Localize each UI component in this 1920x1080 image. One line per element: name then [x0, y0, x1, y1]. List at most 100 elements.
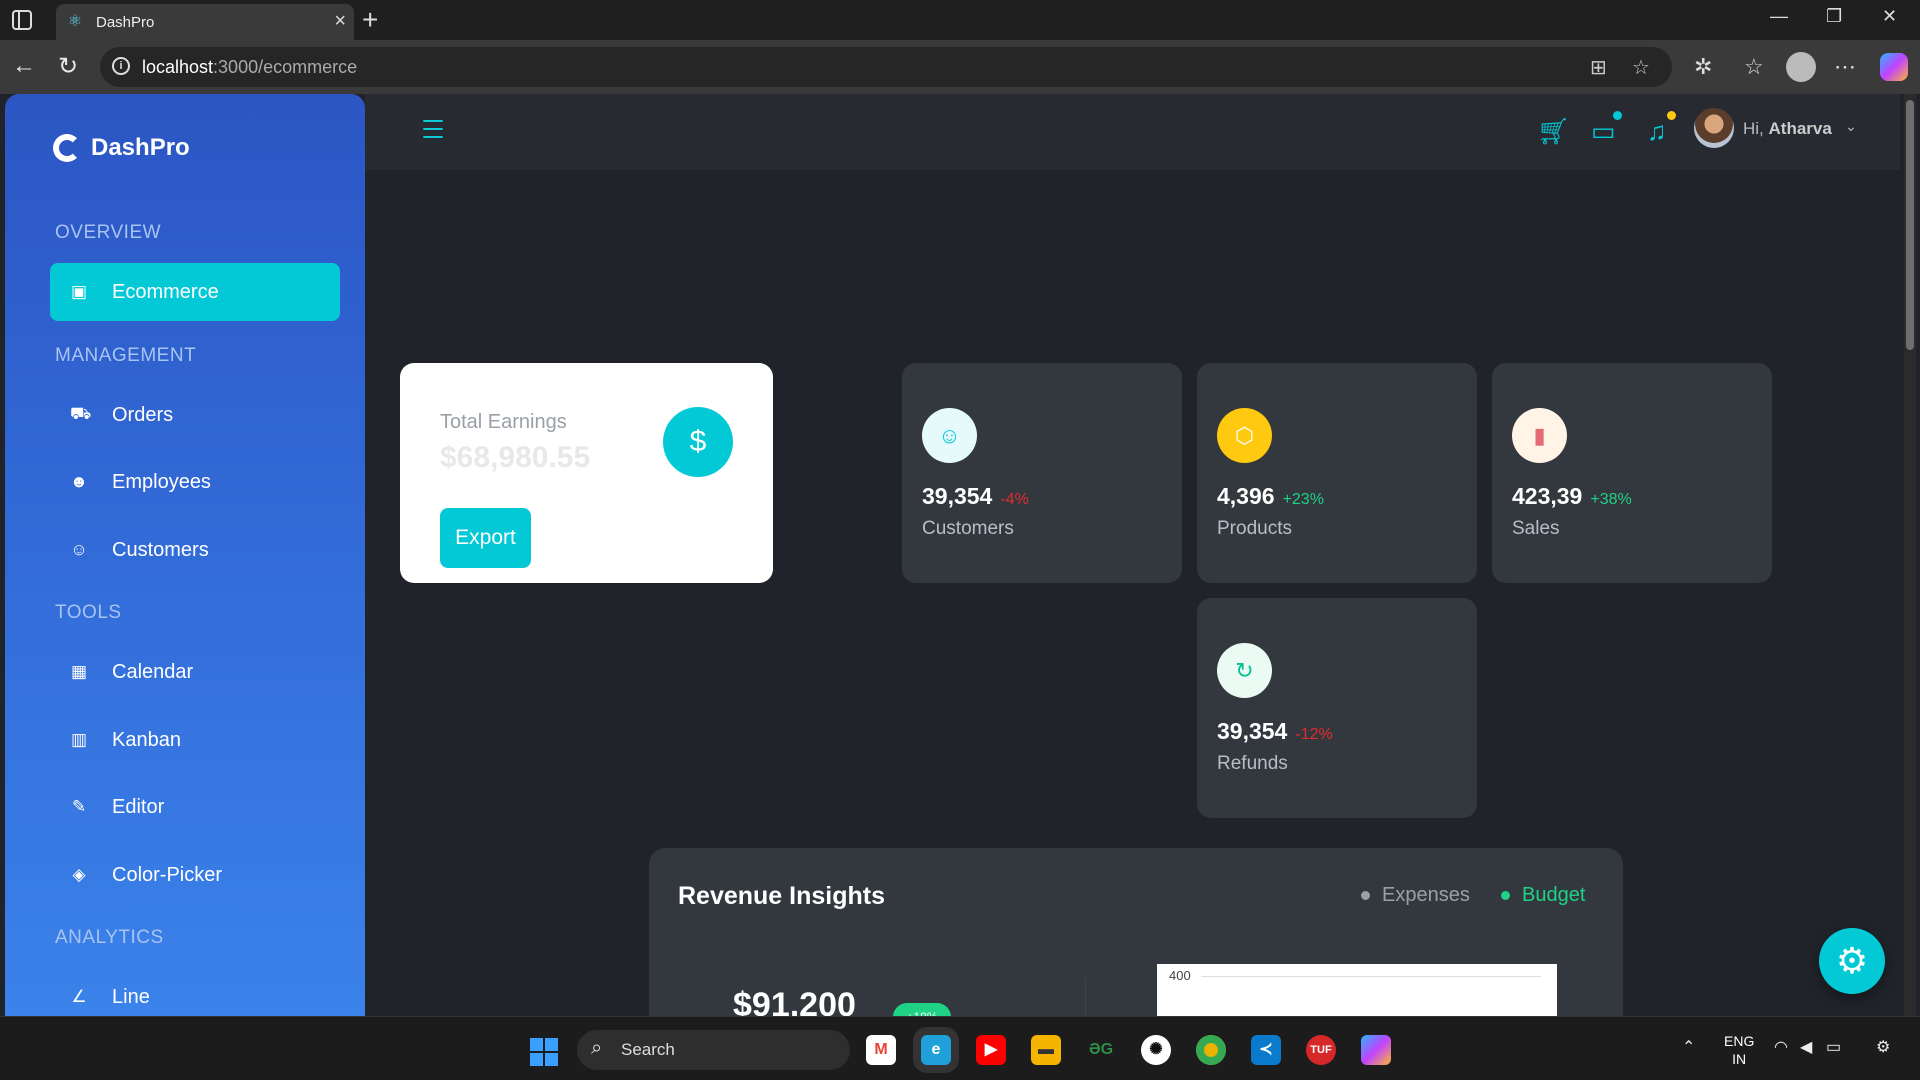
- stat-card-products: ⬡ 4,396 +23% Products: [1197, 363, 1477, 583]
- brand-name: DashPro: [91, 134, 190, 161]
- sidebar-item-color-picker[interactable]: ◈ Color-Picker: [50, 846, 340, 904]
- sidebar-item-label: Line: [112, 985, 150, 1008]
- refresh-icon: ↻: [1217, 643, 1272, 698]
- favorites-icon[interactable]: ☆: [1744, 54, 1764, 80]
- extensions-icon[interactable]: ✲: [1694, 54, 1712, 80]
- sidebar-item-kanban[interactable]: ▥ Kanban: [50, 711, 340, 769]
- revenue-title: Revenue Insights: [678, 882, 885, 910]
- volume-icon[interactable]: ◀︎: [1800, 1037, 1812, 1057]
- more-icon[interactable]: ⋯: [1834, 54, 1856, 80]
- legend-label: Budget: [1522, 884, 1586, 906]
- export-button[interactable]: Export: [440, 508, 531, 568]
- customers-icon: ☺: [70, 540, 88, 559]
- vscode-icon[interactable]: ≺: [1251, 1035, 1281, 1065]
- stat-value: 39,354 -12%: [1217, 718, 1333, 744]
- search-icon: ⌕: [591, 1037, 603, 1059]
- chevron-up-icon[interactable]: ⌃: [1682, 1037, 1695, 1057]
- taskbar-search[interactable]: ⌕ Search: [577, 1030, 850, 1070]
- battery-icon[interactable]: ▭: [1826, 1037, 1841, 1057]
- section-overview: OVERVIEW: [55, 222, 162, 243]
- paint-bucket-icon: ◈: [72, 865, 86, 884]
- edge-icon[interactable]: e: [921, 1035, 951, 1065]
- sidebar-item-orders[interactable]: ⛟ Orders: [50, 386, 340, 444]
- sidebar-item-employees[interactable]: ☻ Employees: [50, 453, 340, 511]
- chrome-icon[interactable]: [1196, 1035, 1226, 1065]
- browser-tabbar: ⚛ DashPro × + — ❐ ✕: [0, 0, 1920, 40]
- language-indicator[interactable]: ENG IN: [1724, 1032, 1754, 1068]
- brand[interactable]: DashPro: [53, 134, 190, 162]
- geeksforgeeks-icon[interactable]: ƏG: [1086, 1035, 1116, 1065]
- stat-percent: -4%: [1000, 491, 1029, 508]
- close-window-icon[interactable]: ✕: [1882, 6, 1897, 27]
- revenue-amount: $91,200: [733, 986, 856, 1016]
- stat-label: Customers: [922, 518, 1014, 539]
- close-tab-icon[interactable]: ×: [334, 10, 346, 33]
- revenue-badge: +18%: [893, 1003, 951, 1016]
- earnings-title: Total Earnings: [440, 411, 567, 433]
- customers-icon: ☺: [922, 408, 977, 463]
- earnings-value: $68,980.55: [440, 441, 591, 474]
- sidebar-item-label: Orders: [112, 403, 174, 426]
- windows-start-icon[interactable]: [530, 1038, 558, 1066]
- sidebar-item-label: Employees: [112, 470, 211, 493]
- copilot-icon[interactable]: [1880, 53, 1908, 81]
- sidebar-item-customers[interactable]: ☺ Customers: [50, 521, 340, 579]
- sidebar-item-editor[interactable]: ✎ Editor: [50, 778, 340, 836]
- cart-icon[interactable]: 🛒︎: [1537, 116, 1570, 147]
- stat-value: 4,396 +23%: [1217, 483, 1324, 509]
- new-tab-icon[interactable]: +: [362, 4, 378, 36]
- chat-icon[interactable]: ▭: [1591, 116, 1616, 147]
- calendar-icon: ▦: [70, 662, 88, 681]
- chevron-down-icon[interactable]: ⌄: [1845, 118, 1857, 135]
- youtube-icon[interactable]: ▶: [976, 1035, 1006, 1065]
- profile-avatar[interactable]: [1786, 52, 1816, 82]
- sidebar-item-label: Editor: [112, 795, 165, 818]
- search-label: Search: [621, 1040, 675, 1059]
- legend-budget: Budget: [1501, 884, 1585, 907]
- settings-gear-button[interactable]: ⚙: [1819, 928, 1885, 994]
- minimize-icon[interactable]: —: [1770, 6, 1788, 27]
- url-field[interactable]: i localhost:3000/ecommerce ⊞ ☆: [100, 47, 1672, 87]
- user-avatar[interactable]: [1694, 108, 1734, 148]
- earnings-card: Total Earnings $68,980.55 $ Export: [400, 363, 773, 583]
- notification-badge: [1667, 111, 1676, 120]
- restore-icon[interactable]: ❐: [1826, 6, 1842, 27]
- sidebar-item-line[interactable]: ∠ Line: [50, 968, 340, 1016]
- tuf-icon[interactable]: TUF: [1306, 1035, 1336, 1065]
- box-icon: ⬡: [1217, 408, 1272, 463]
- revenue-chart: 400: [1157, 964, 1557, 1016]
- wifi-icon[interactable]: ◠: [1774, 1037, 1788, 1057]
- scrollbar[interactable]: [1904, 94, 1916, 1016]
- back-icon[interactable]: ←: [12, 52, 36, 80]
- notification-center-icon[interactable]: ⚙: [1876, 1037, 1890, 1057]
- scroll-thumb[interactable]: [1906, 100, 1914, 350]
- chart-gridline: [1201, 976, 1541, 977]
- info-icon[interactable]: i: [112, 57, 130, 75]
- menu-icon[interactable]: [423, 120, 443, 144]
- file-explorer-icon[interactable]: ▬: [1031, 1035, 1061, 1065]
- user-greeting[interactable]: Hi, Atharva: [1743, 119, 1832, 139]
- reload-icon[interactable]: ↻: [58, 52, 78, 81]
- tab-title: DashPro: [96, 14, 155, 31]
- app-install-icon[interactable]: ⊞: [1590, 55, 1607, 80]
- copilot-taskbar-icon[interactable]: [1361, 1035, 1391, 1065]
- sidebar-item-calendar[interactable]: ▦ Calendar: [50, 643, 340, 701]
- legend-expenses: Expenses: [1361, 884, 1470, 907]
- sidebar-item-ecommerce[interactable]: ▣ Ecommerce: [50, 263, 340, 321]
- section-tools: TOOLS: [55, 602, 122, 623]
- edit-icon: ✎: [71, 797, 87, 816]
- sidebar-toggle-icon[interactable]: [12, 10, 32, 30]
- bell-icon[interactable]: ♫: [1647, 116, 1667, 147]
- divider: [1085, 978, 1086, 1016]
- top-navbar: 🛒︎ ▭ ♫ Hi, Atharva ⌄: [365, 94, 1900, 170]
- favorite-star-icon[interactable]: ☆: [1632, 55, 1650, 80]
- section-analytics: ANALYTICS: [55, 927, 164, 948]
- sidebar-item-label: Customers: [112, 538, 209, 561]
- chatgpt-icon[interactable]: ✺: [1141, 1035, 1171, 1065]
- dollar-icon: $: [663, 407, 733, 477]
- stat-card-refunds: ↻ 39,354 -12% Refunds: [1197, 598, 1477, 818]
- browser-tab[interactable]: ⚛ DashPro ×: [56, 4, 354, 40]
- gmail-icon[interactable]: M: [866, 1035, 896, 1065]
- employees-icon: ☻: [70, 472, 88, 491]
- chart-tick-label: 400: [1169, 968, 1191, 983]
